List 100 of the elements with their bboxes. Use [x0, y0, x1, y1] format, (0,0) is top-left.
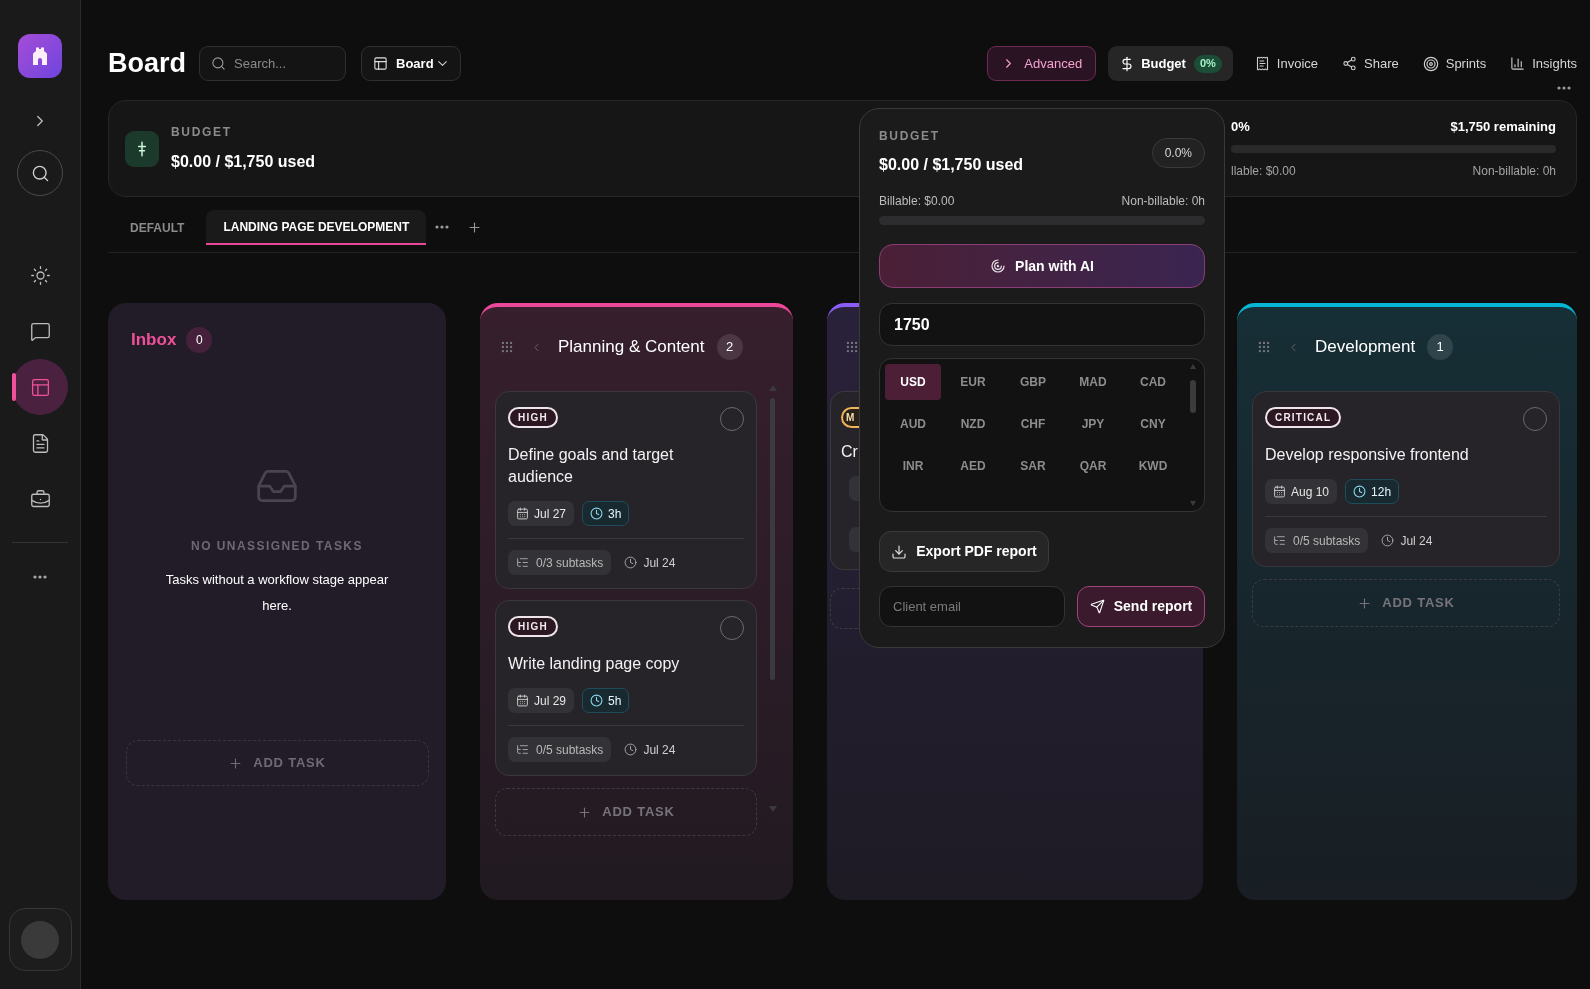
- task-count-badge: 0: [186, 327, 213, 353]
- sun-icon: [29, 264, 51, 286]
- non-billable-hours: Non-billable: 0h: [1121, 193, 1205, 210]
- plus-icon: [1357, 595, 1373, 611]
- add-task-button[interactable]: ADD TASK: [125, 740, 429, 786]
- receipt-icon: [1254, 56, 1270, 71]
- add-task-button[interactable]: ADD TASK: [1252, 579, 1560, 627]
- more-tabs-button[interactable]: [435, 225, 450, 229]
- created-date: Jul 24: [643, 741, 676, 759]
- task-card[interactable]: M Cr: [830, 391, 859, 570]
- task-count-badge: 2: [716, 334, 743, 360]
- page-title: Board: [108, 50, 186, 77]
- target-icon: [1422, 55, 1439, 72]
- calendar-icon: [1273, 485, 1286, 498]
- budget-percent: 0%: [1231, 117, 1250, 136]
- task-card[interactable]: CRITICAL Develop responsive frontend Aug 10 12h 0/5 subtasks Jul 24: [1252, 391, 1560, 567]
- subtasks-text: 0/5 subtasks: [536, 741, 604, 759]
- plan-with-ai-button[interactable]: Plan with AI: [879, 244, 1205, 288]
- task-card[interactable]: HIGH Write landing page copy Jul 29 5h 0/5 subtasks Jul 24: [495, 600, 757, 776]
- clock-icon: [590, 694, 604, 707]
- budget-button[interactable]: Budget 0%: [1108, 46, 1233, 81]
- created-date: Jul 24: [1400, 532, 1433, 550]
- app-logo-icon[interactable]: [18, 34, 62, 78]
- due-date-text: Jul 29: [534, 692, 567, 710]
- due-date-text: Jul 27: [534, 505, 567, 523]
- clock-icon: [590, 507, 604, 520]
- plus-icon: [228, 755, 244, 771]
- sidebar-nav-button[interactable]: [12, 359, 68, 415]
- non-billable-hours: Non-billable: 0h: [1472, 163, 1556, 181]
- currency-option[interactable]: JPY: [1065, 406, 1121, 442]
- tab[interactable]: LANDING PAGE DEVELOPMENT: [206, 210, 427, 245]
- subtasks-text: 0/3 subtasks: [536, 554, 604, 572]
- empty-state-title: NO UNASSIGNED TASKS: [191, 538, 363, 555]
- search-icon: [30, 163, 50, 183]
- list-icon: [1273, 534, 1286, 547]
- task-title: Develop responsive frontend: [1265, 445, 1470, 465]
- sprints-link[interactable]: Sprints: [1422, 46, 1487, 81]
- estimate-text: 5h: [608, 692, 622, 710]
- currency-option[interactable]: KWD: [1125, 448, 1181, 484]
- budget-amount: $0.00 / $1,750 used: [171, 152, 316, 172]
- list-icon: [516, 556, 529, 569]
- view-select[interactable]: Board: [361, 46, 461, 81]
- priority-badge: M: [841, 407, 859, 428]
- currency-option[interactable]: AUD: [885, 406, 941, 442]
- more-icon: [33, 575, 47, 579]
- plus-icon: [467, 220, 483, 235]
- budget-amount-field[interactable]: 1750: [879, 303, 1205, 346]
- more-icon: [435, 225, 450, 229]
- plus-icon: [577, 804, 593, 820]
- spiral-icon: [990, 258, 1007, 274]
- drag-handle-icon: [845, 340, 859, 354]
- currency-option[interactable]: CHF: [1005, 406, 1061, 442]
- scrollbar[interactable]: [1189, 364, 1196, 506]
- task-title: Write landing page copy: [508, 654, 681, 674]
- percent-badge: 0.0%: [1151, 138, 1205, 168]
- priority-badge: HIGH: [508, 616, 558, 637]
- currency-option[interactable]: USD: [885, 364, 941, 400]
- add-tab-button[interactable]: [467, 220, 483, 235]
- insights-link[interactable]: Insights: [1510, 46, 1577, 81]
- currency-option[interactable]: AED: [945, 448, 1001, 484]
- search-field[interactable]: Search...: [199, 46, 346, 81]
- send-report-button[interactable]: Send report: [1077, 586, 1205, 627]
- currency-option[interactable]: GBP: [1005, 364, 1061, 400]
- export-pdf-button[interactable]: Export PDF report: [879, 531, 1049, 572]
- percent-badge: 0%: [1193, 54, 1222, 73]
- more-button[interactable]: [1557, 86, 1571, 90]
- share-icon: [1342, 56, 1357, 71]
- more-icon: [1557, 86, 1571, 90]
- tab[interactable]: DEFAULT: [108, 210, 207, 245]
- clock-icon: [624, 556, 638, 569]
- currency-option[interactable]: INR: [885, 448, 941, 484]
- clock-icon: [1353, 485, 1367, 498]
- task-count-badge: 1: [1427, 334, 1454, 360]
- advanced-button[interactable]: Advanced: [987, 46, 1097, 81]
- currency-option[interactable]: NZD: [945, 406, 1001, 442]
- add-task-button[interactable]: ADD TASK: [495, 788, 757, 836]
- drag-handle-icon: [1257, 340, 1271, 354]
- currency-option[interactable]: CNY: [1125, 406, 1181, 442]
- budget-label: BUDGET: [171, 124, 233, 141]
- empty-state-message: Tasks without a workflow stage appear here.: [164, 571, 390, 615]
- estimate-text: 3h: [608, 505, 622, 523]
- list-icon: [516, 743, 529, 756]
- priority-badge: CRITICAL: [1265, 407, 1342, 428]
- calendar-icon: [516, 694, 529, 707]
- more-button[interactable]: [33, 575, 47, 579]
- board-layout-icon: [373, 56, 388, 71]
- invoice-link[interactable]: Invoice: [1254, 46, 1318, 81]
- task-card[interactable]: HIGH Define goals and target audience Jul 27 3h 0/3 subtasks Jul 24: [495, 391, 757, 589]
- subtasks-text: 0/5 subtasks: [1293, 532, 1361, 550]
- billable-amount: llable: $0.00: [1231, 163, 1296, 181]
- currency-option[interactable]: EUR: [945, 364, 1001, 400]
- bar-chart-icon: [1510, 56, 1526, 71]
- column-title: Planning & Content: [558, 336, 705, 359]
- currency-option[interactable]: MAD: [1065, 364, 1121, 400]
- budget-remaining: $1,750 remaining: [1450, 117, 1556, 136]
- currency-option[interactable]: QAR: [1065, 448, 1121, 484]
- currency-option[interactable]: SAR: [1005, 448, 1061, 484]
- client-email-field[interactable]: Client email: [879, 586, 1065, 627]
- share-link[interactable]: Share: [1342, 46, 1399, 81]
- currency-option[interactable]: CAD: [1125, 364, 1181, 400]
